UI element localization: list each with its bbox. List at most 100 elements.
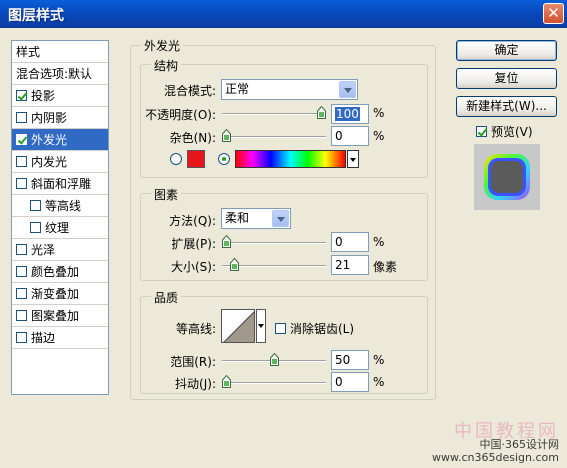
opacity-field[interactable]: 100 <box>331 104 369 124</box>
spread-slider-thumb[interactable] <box>222 235 231 248</box>
noise-slider[interactable] <box>222 136 326 138</box>
glow-color-swatch[interactable] <box>187 150 205 168</box>
checkbox-icon[interactable] <box>16 332 27 343</box>
checkbox-icon[interactable] <box>275 323 286 334</box>
opacity-slider[interactable] <box>222 113 326 115</box>
method-value: 柔和 <box>225 211 250 225</box>
watermark-title: 中国教程网 <box>454 421 559 442</box>
contour-dropdown-button[interactable] <box>256 309 266 343</box>
style-list-item[interactable]: 外发光 <box>12 129 108 151</box>
style-list-item-label: 等高线 <box>45 199 82 213</box>
gradient-radio[interactable] <box>218 153 230 165</box>
noise-label: 杂色(N): <box>169 131 216 145</box>
jitter-unit: % <box>373 375 385 389</box>
size-label: 大小(S): <box>170 260 216 274</box>
range-label: 范围(R): <box>170 355 216 369</box>
checkbox-icon[interactable] <box>16 288 27 299</box>
spread-label: 扩展(P): <box>171 237 216 251</box>
size-field[interactable]: 21 <box>331 255 369 275</box>
style-list-item-label: 内发光 <box>31 155 68 169</box>
size-unit: 像素 <box>373 260 398 274</box>
outer-glow-title: 外发光 <box>141 37 184 54</box>
noise-value: 0 <box>335 129 343 143</box>
blend-mode-select[interactable]: 正常 <box>221 79 358 100</box>
contour-linear-icon <box>223 311 254 342</box>
checkbox-icon[interactable] <box>16 178 27 189</box>
jitter-label: 抖动(J): <box>175 377 216 391</box>
noise-field[interactable]: 0 <box>331 126 369 146</box>
opacity-label: 不透明度(O): <box>145 108 216 122</box>
checkbox-icon[interactable] <box>16 310 27 321</box>
chevron-down-icon[interactable] <box>339 81 356 98</box>
close-button[interactable]: ✕ <box>543 3 564 24</box>
checkbox-icon[interactable] <box>476 126 487 137</box>
spread-slider[interactable] <box>222 242 326 244</box>
style-list-item[interactable]: 内阴影 <box>12 107 108 129</box>
glow-preview-icon <box>484 154 530 200</box>
new-style-button[interactable]: 新建样式(W)... <box>456 96 557 117</box>
checkbox-icon[interactable] <box>16 134 27 145</box>
jitter-slider[interactable] <box>222 382 326 384</box>
preview-checkbox[interactable]: 预览(V) <box>476 123 533 140</box>
reset-button[interactable]: 复位 <box>456 68 557 89</box>
structure-title: 结构 <box>151 57 182 74</box>
style-list-item-label: 渐变叠加 <box>31 287 80 301</box>
style-list-header-label: 样式 <box>16 45 41 59</box>
checkbox-icon[interactable] <box>16 244 27 255</box>
watermark-line2: www.cn365design.com <box>432 451 559 464</box>
color-radio[interactable] <box>170 153 182 165</box>
window-title: 图层样式 <box>8 8 64 24</box>
style-list-item[interactable]: 投影 <box>12 85 108 107</box>
ok-button[interactable]: 确定 <box>456 40 557 61</box>
range-field[interactable]: 50 <box>331 350 369 370</box>
style-list-header[interactable]: 样式 <box>12 41 108 63</box>
checkbox-icon[interactable] <box>30 200 41 211</box>
chevron-down-icon[interactable] <box>272 210 289 227</box>
style-list-item[interactable]: 混合选项:默认 <box>12 63 108 85</box>
style-list-item[interactable]: 颜色叠加 <box>12 261 108 283</box>
checkbox-icon[interactable] <box>30 222 41 233</box>
style-list-item[interactable]: 描边 <box>12 327 108 349</box>
style-list: 样式 混合选项:默认投影内阴影 外发光内发光斜面和浮雕等高线纹理光泽 颜色叠加渐变叠… <box>11 40 109 395</box>
style-list-item[interactable]: 等高线 <box>12 195 108 217</box>
range-slider-thumb[interactable] <box>269 353 279 366</box>
checkbox-icon[interactable] <box>16 156 27 167</box>
method-select[interactable]: 柔和 <box>221 208 291 229</box>
spread-field[interactable]: 0 <box>331 232 369 252</box>
style-list-item-label: 描边 <box>31 331 56 345</box>
checkbox-icon[interactable] <box>16 90 27 101</box>
radio-dot-icon <box>222 157 226 161</box>
style-list-item-label: 投影 <box>31 89 56 103</box>
checkbox-icon[interactable] <box>16 112 27 123</box>
size-slider-thumb[interactable] <box>230 258 240 271</box>
contour-preview[interactable] <box>221 309 255 343</box>
style-list-item[interactable]: 纹理 <box>12 217 108 239</box>
style-list-item[interactable]: 斜面和浮雕 <box>12 173 108 195</box>
quality-title: 品质 <box>151 289 182 306</box>
method-label: 方法(Q): <box>169 214 216 228</box>
chevron-down-icon <box>258 324 264 328</box>
opacity-unit: % <box>373 106 385 120</box>
noise-slider-thumb[interactable] <box>222 129 231 142</box>
size-value: 21 <box>335 258 351 272</box>
watermark-line1: 中国·365设计网 <box>479 438 560 451</box>
watermark: 中国教程网 中国·365设计网 www.cn365design.com <box>432 421 560 465</box>
range-unit: % <box>373 353 385 367</box>
style-preview <box>474 144 540 210</box>
style-list-item[interactable]: 内发光 <box>12 151 108 173</box>
antialias-checkbox[interactable]: 消除锯齿(L) <box>275 320 354 337</box>
gradient-dropdown-button[interactable] <box>347 150 359 168</box>
style-list-item[interactable]: 渐变叠加 <box>12 283 108 305</box>
opacity-value: 100 <box>335 107 360 121</box>
jitter-field[interactable]: 0 <box>331 372 369 392</box>
style-list-item[interactable]: 图案叠加 <box>12 305 108 327</box>
style-list-item-label: 图案叠加 <box>31 309 80 323</box>
glow-gradient-swatch[interactable] <box>235 150 346 168</box>
style-list-item[interactable]: 光泽 <box>12 239 108 261</box>
jitter-slider-thumb[interactable] <box>222 375 231 388</box>
style-list-item-label: 纹理 <box>45 221 70 235</box>
opacity-slider-thumb[interactable] <box>317 106 326 119</box>
style-list-item-label: 斜面和浮雕 <box>31 177 92 191</box>
checkbox-icon[interactable] <box>16 266 27 277</box>
blend-mode-value: 正常 <box>225 82 250 96</box>
